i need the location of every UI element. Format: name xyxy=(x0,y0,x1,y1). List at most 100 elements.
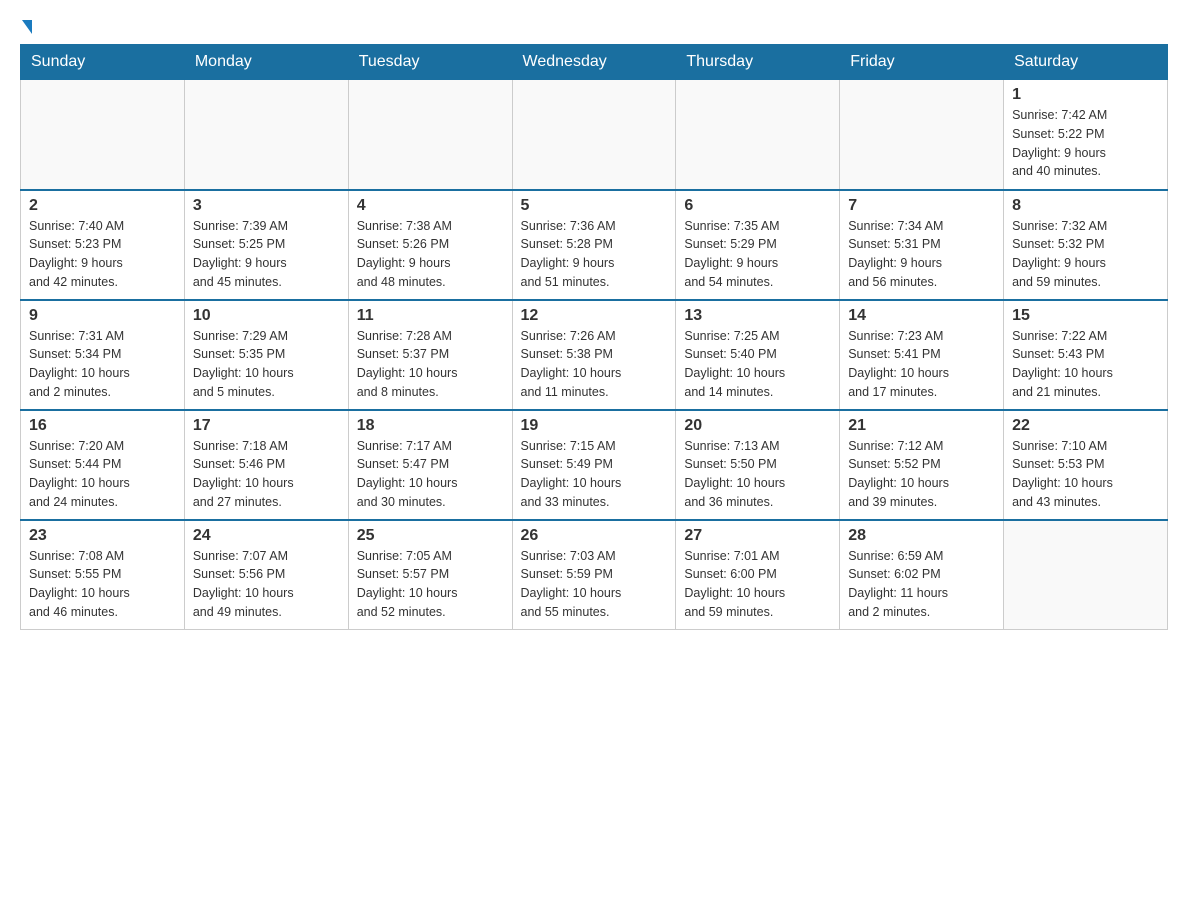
calendar-cell: 21 Sunrise: 7:12 AMSunset: 5:52 PMDayligh… xyxy=(840,410,1004,520)
day-number: 10 xyxy=(193,307,340,325)
calendar-cell: 4 Sunrise: 7:38 AMSunset: 5:26 PMDaylight… xyxy=(348,190,512,300)
day-info: Sunrise: 7:05 AMSunset: 5:57 PMDaylight:… xyxy=(357,547,504,622)
calendar-cell: 18 Sunrise: 7:17 AMSunset: 5:47 PMDayligh… xyxy=(348,410,512,520)
day-info: Sunrise: 7:22 AMSunset: 5:43 PMDaylight:… xyxy=(1012,327,1159,402)
day-number: 24 xyxy=(193,527,340,545)
day-number: 5 xyxy=(521,197,668,215)
calendar-cell: 6 Sunrise: 7:35 AMSunset: 5:29 PMDaylight… xyxy=(676,190,840,300)
day-info: Sunrise: 7:39 AMSunset: 5:25 PMDaylight:… xyxy=(193,217,340,292)
calendar-cell: 17Sunrise: 7:18 AMSunset: 5:46 PMDayligh… xyxy=(184,410,348,520)
calendar-table: SundayMondayTuesdayWednesdayThursdayFrid… xyxy=(20,44,1168,630)
day-info: Sunrise: 6:59 AMSunset: 6:02 PMDaylight:… xyxy=(848,547,995,622)
calendar-cell: 1 Sunrise: 7:42 AMSunset: 5:22 PMDaylight… xyxy=(1004,80,1168,190)
day-number: 3 xyxy=(193,197,340,215)
day-info: Sunrise: 7:26 AMSunset: 5:38 PMDaylight:… xyxy=(521,327,668,402)
logo-triangle-icon xyxy=(22,20,32,34)
calendar-cell: 22 Sunrise: 7:10 AMSunset: 5:53 PMDayligh… xyxy=(1004,410,1168,520)
calendar-cell: 5 Sunrise: 7:36 AMSunset: 5:28 PMDaylight… xyxy=(512,190,676,300)
calendar-cell: 2 Sunrise: 7:40 AMSunset: 5:23 PMDaylight… xyxy=(21,190,185,300)
calendar-cell: 23 Sunrise: 7:08 AMSunset: 5:55 PMDayligh… xyxy=(21,520,185,630)
calendar-cell: 27Sunrise: 7:01 AMSunset: 6:00 PMDayligh… xyxy=(676,520,840,630)
calendar-cell: 11 Sunrise: 7:28 AMSunset: 5:37 PMDayligh… xyxy=(348,300,512,410)
day-number: 18 xyxy=(357,417,504,435)
calendar-cell xyxy=(512,80,676,190)
calendar-cell: 26 Sunrise: 7:03 AMSunset: 5:59 PMDayligh… xyxy=(512,520,676,630)
day-number: 21 xyxy=(848,417,995,435)
day-info: Sunrise: 7:23 AMSunset: 5:41 PMDaylight:… xyxy=(848,327,995,402)
calendar-cell xyxy=(840,80,1004,190)
calendar-cell: 12 Sunrise: 7:26 AMSunset: 5:38 PMDayligh… xyxy=(512,300,676,410)
day-info: Sunrise: 7:31 AMSunset: 5:34 PMDaylight:… xyxy=(29,327,176,402)
day-number: 22 xyxy=(1012,417,1159,435)
calendar-cell: 28 Sunrise: 6:59 AMSunset: 6:02 PMDayligh… xyxy=(840,520,1004,630)
calendar-cell: 15 Sunrise: 7:22 AMSunset: 5:43 PMDayligh… xyxy=(1004,300,1168,410)
day-info: Sunrise: 7:12 AMSunset: 5:52 PMDaylight:… xyxy=(848,437,995,512)
day-info: Sunrise: 7:32 AMSunset: 5:32 PMDaylight:… xyxy=(1012,217,1159,292)
day-number: 28 xyxy=(848,527,995,545)
day-number: 19 xyxy=(521,417,668,435)
day-header-friday: Friday xyxy=(840,45,1004,80)
day-info: Sunrise: 7:40 AMSunset: 5:23 PMDaylight:… xyxy=(29,217,176,292)
day-info: Sunrise: 7:28 AMSunset: 5:37 PMDaylight:… xyxy=(357,327,504,402)
calendar-cell xyxy=(676,80,840,190)
calendar-cell xyxy=(21,80,185,190)
day-number: 6 xyxy=(684,197,831,215)
day-info: Sunrise: 7:13 AMSunset: 5:50 PMDaylight:… xyxy=(684,437,831,512)
day-info: Sunrise: 7:38 AMSunset: 5:26 PMDaylight:… xyxy=(357,217,504,292)
calendar-cell: 10Sunrise: 7:29 AMSunset: 5:35 PMDayligh… xyxy=(184,300,348,410)
day-info: Sunrise: 7:35 AMSunset: 5:29 PMDaylight:… xyxy=(684,217,831,292)
day-number: 12 xyxy=(521,307,668,325)
day-info: Sunrise: 7:10 AMSunset: 5:53 PMDaylight:… xyxy=(1012,437,1159,512)
day-number: 13 xyxy=(684,307,831,325)
day-number: 11 xyxy=(357,307,504,325)
page-header xyxy=(20,20,1168,34)
day-info: Sunrise: 7:01 AMSunset: 6:00 PMDaylight:… xyxy=(684,547,831,622)
day-number: 25 xyxy=(357,527,504,545)
calendar-cell: 24 Sunrise: 7:07 AMSunset: 5:56 PMDayligh… xyxy=(184,520,348,630)
calendar-cell: 9 Sunrise: 7:31 AMSunset: 5:34 PMDaylight… xyxy=(21,300,185,410)
day-number: 23 xyxy=(29,527,176,545)
day-info: Sunrise: 7:08 AMSunset: 5:55 PMDaylight:… xyxy=(29,547,176,622)
day-info: Sunrise: 7:25 AMSunset: 5:40 PMDaylight:… xyxy=(684,327,831,402)
day-info: Sunrise: 7:07 AMSunset: 5:56 PMDaylight:… xyxy=(193,547,340,622)
day-header-tuesday: Tuesday xyxy=(348,45,512,80)
day-header-sunday: Sunday xyxy=(21,45,185,80)
day-number: 8 xyxy=(1012,197,1159,215)
day-number: 2 xyxy=(29,197,176,215)
calendar-cell xyxy=(348,80,512,190)
day-info: Sunrise: 7:03 AMSunset: 5:59 PMDaylight:… xyxy=(521,547,668,622)
week-row-2: 2 Sunrise: 7:40 AMSunset: 5:23 PMDaylight… xyxy=(21,190,1168,300)
calendar-cell: 16Sunrise: 7:20 AMSunset: 5:44 PMDayligh… xyxy=(21,410,185,520)
day-header-monday: Monday xyxy=(184,45,348,80)
day-number: 9 xyxy=(29,307,176,325)
day-info: Sunrise: 7:20 AMSunset: 5:44 PMDaylight:… xyxy=(29,437,176,512)
day-number: 1 xyxy=(1012,86,1159,104)
day-number: 26 xyxy=(521,527,668,545)
calendar-cell: 20 Sunrise: 7:13 AMSunset: 5:50 PMDayligh… xyxy=(676,410,840,520)
calendar-header-row: SundayMondayTuesdayWednesdayThursdayFrid… xyxy=(21,45,1168,80)
calendar-cell: 19Sunrise: 7:15 AMSunset: 5:49 PMDayligh… xyxy=(512,410,676,520)
calendar-cell xyxy=(1004,520,1168,630)
day-header-wednesday: Wednesday xyxy=(512,45,676,80)
day-number: 20 xyxy=(684,417,831,435)
calendar-cell: 7Sunrise: 7:34 AMSunset: 5:31 PMDaylight… xyxy=(840,190,1004,300)
calendar-cell: 13 Sunrise: 7:25 AMSunset: 5:40 PMDayligh… xyxy=(676,300,840,410)
week-row-1: 1 Sunrise: 7:42 AMSunset: 5:22 PMDaylight… xyxy=(21,80,1168,190)
day-number: 15 xyxy=(1012,307,1159,325)
day-info: Sunrise: 7:42 AMSunset: 5:22 PMDaylight:… xyxy=(1012,106,1159,181)
week-row-5: 23 Sunrise: 7:08 AMSunset: 5:55 PMDayligh… xyxy=(21,520,1168,630)
week-row-3: 9 Sunrise: 7:31 AMSunset: 5:34 PMDaylight… xyxy=(21,300,1168,410)
day-header-thursday: Thursday xyxy=(676,45,840,80)
day-info: Sunrise: 7:18 AMSunset: 5:46 PMDaylight:… xyxy=(193,437,340,512)
logo xyxy=(20,20,32,34)
day-info: Sunrise: 7:17 AMSunset: 5:47 PMDaylight:… xyxy=(357,437,504,512)
calendar-cell: 3 Sunrise: 7:39 AMSunset: 5:25 PMDaylight… xyxy=(184,190,348,300)
calendar-cell xyxy=(184,80,348,190)
calendar-cell: 8 Sunrise: 7:32 AMSunset: 5:32 PMDaylight… xyxy=(1004,190,1168,300)
week-row-4: 16Sunrise: 7:20 AMSunset: 5:44 PMDayligh… xyxy=(21,410,1168,520)
day-info: Sunrise: 7:34 AMSunset: 5:31 PMDaylight:… xyxy=(848,217,995,292)
day-header-saturday: Saturday xyxy=(1004,45,1168,80)
day-info: Sunrise: 7:36 AMSunset: 5:28 PMDaylight:… xyxy=(521,217,668,292)
calendar-cell: 25 Sunrise: 7:05 AMSunset: 5:57 PMDayligh… xyxy=(348,520,512,630)
day-number: 4 xyxy=(357,197,504,215)
